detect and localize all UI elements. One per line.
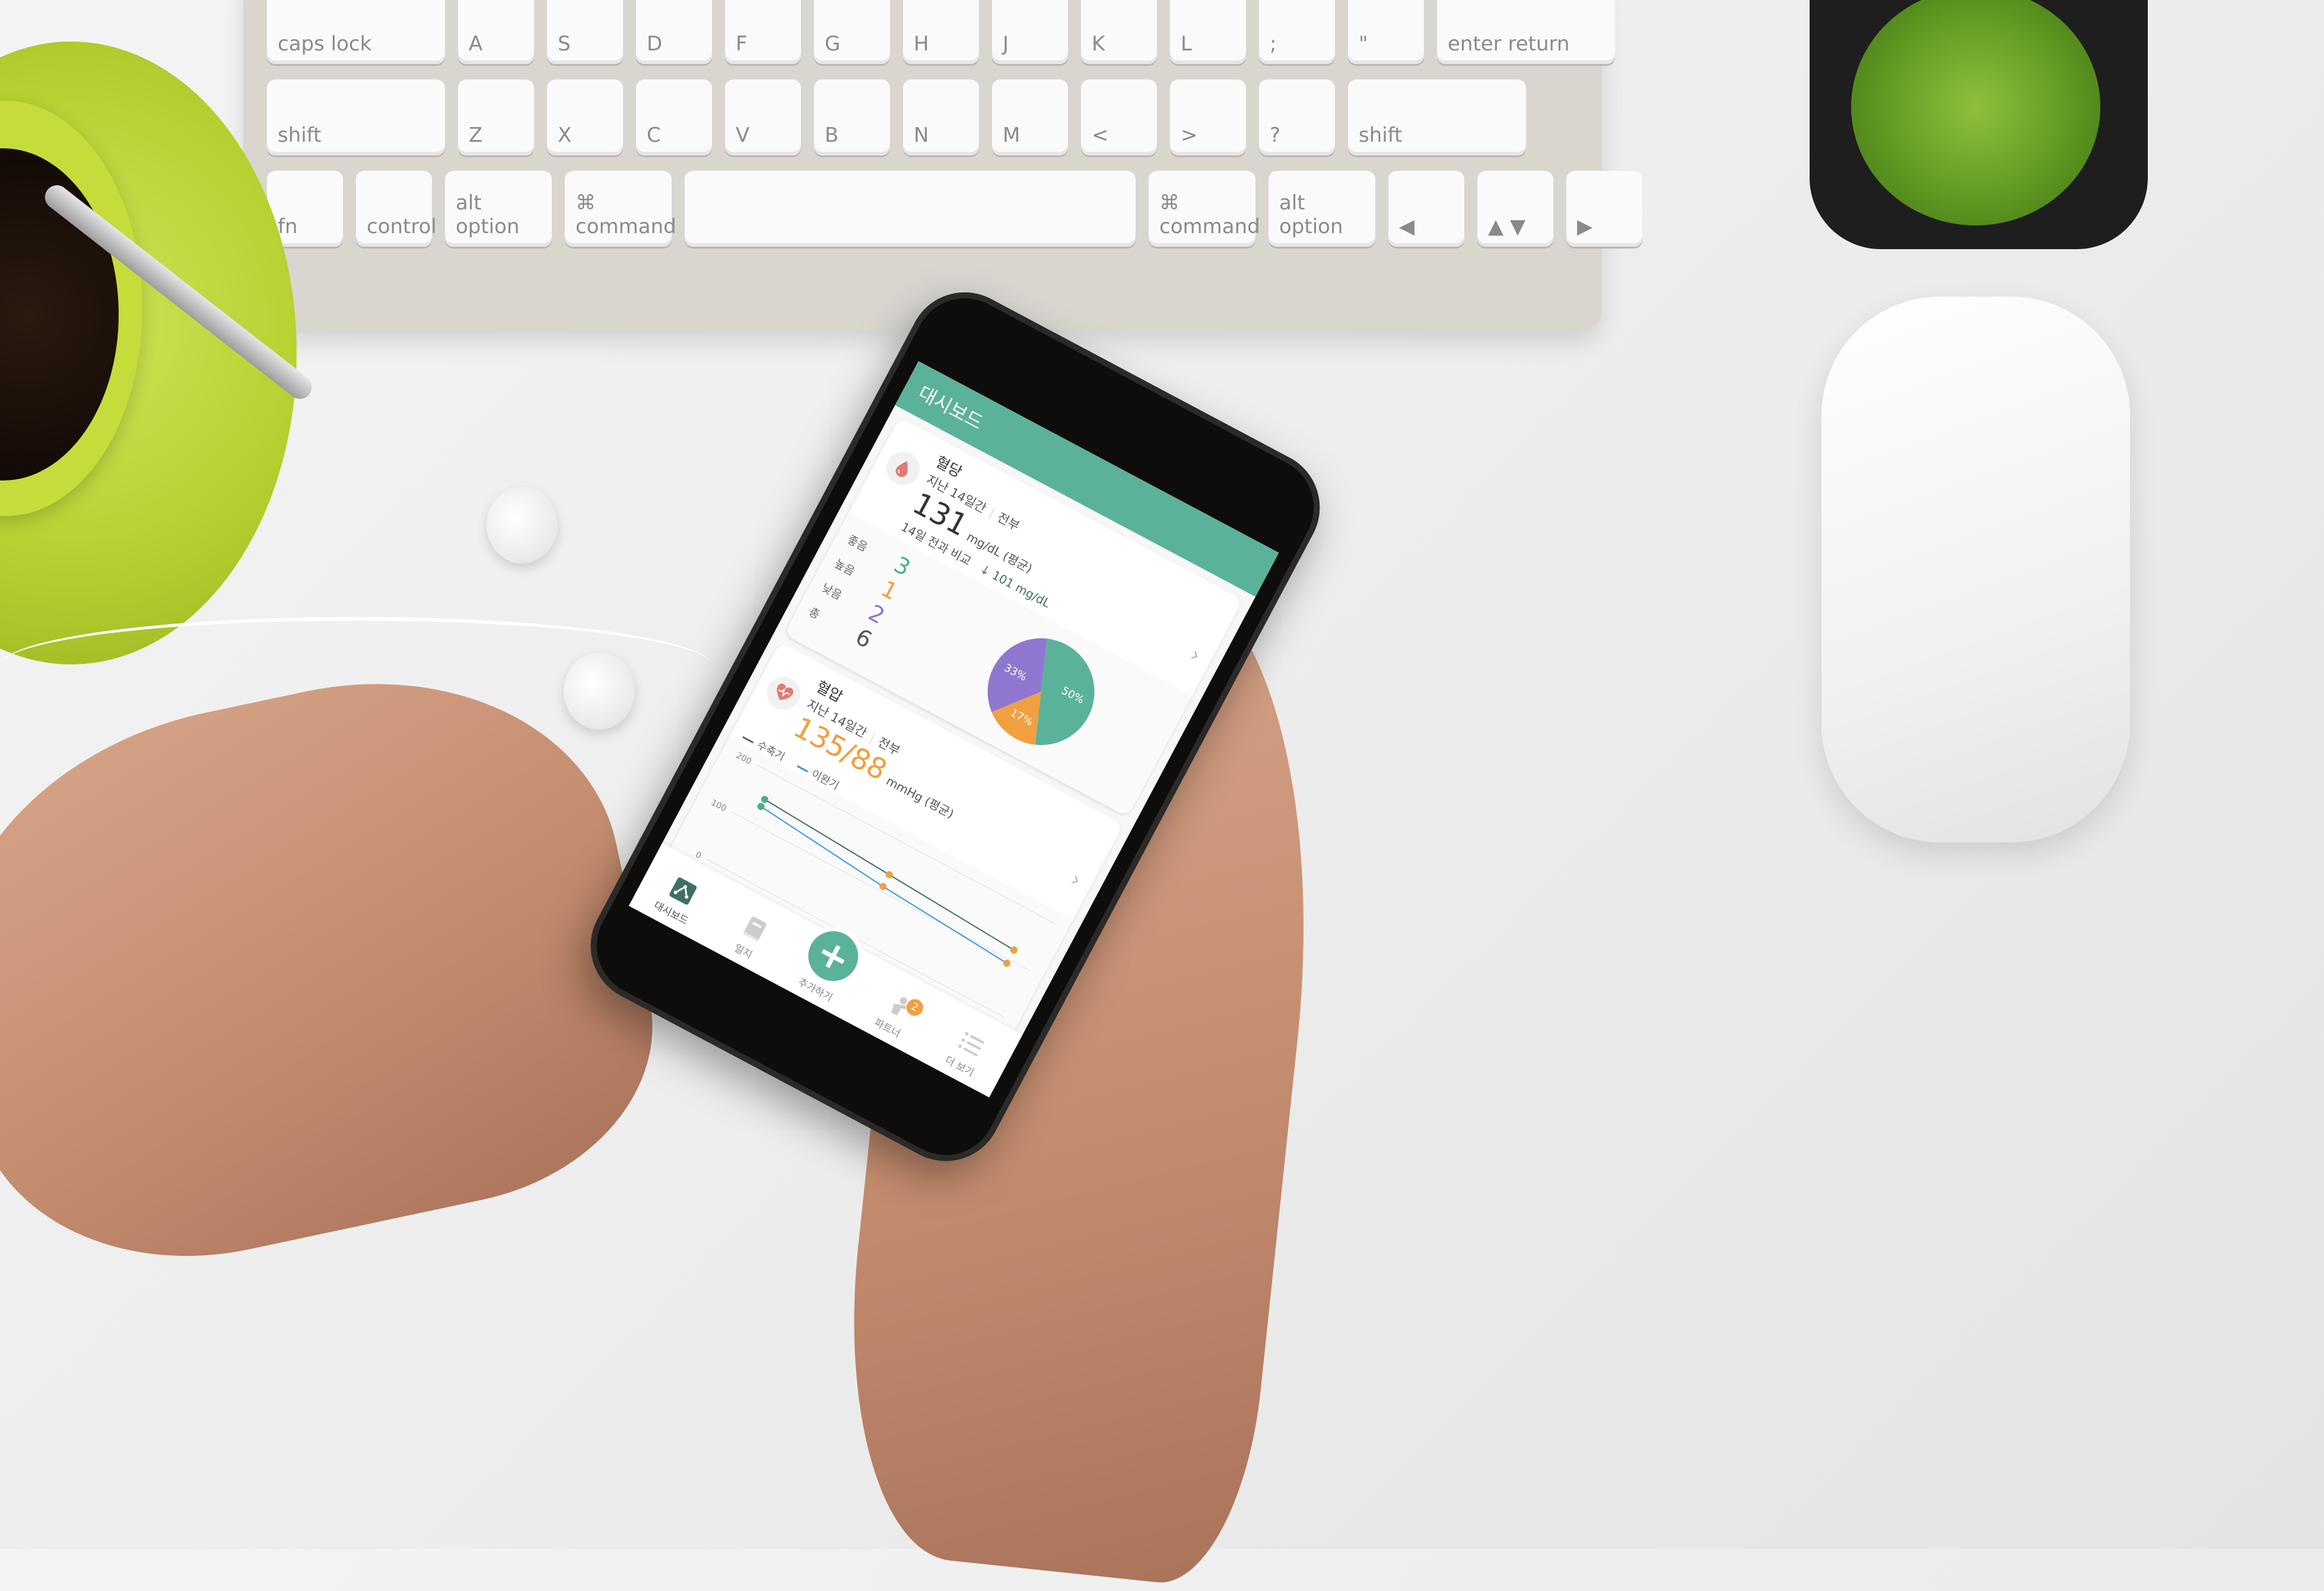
data-point (1010, 946, 1018, 954)
keyboard-key: K (1081, 0, 1157, 64)
keyboard-key: N (903, 79, 979, 155)
keyboard-row: caps lock A S D F G H J K L; " enter return (267, 0, 1615, 64)
nav-journal[interactable]: 일지 (709, 901, 793, 974)
keyboard-key: ; (1259, 0, 1335, 64)
keyboard-key: shift (1348, 79, 1526, 155)
keyboard-key: G (814, 0, 890, 64)
keyboard-key: B (814, 79, 890, 155)
keyboard: caps lock A S D F G H J K L; " enter return shift Z X… (243, 0, 1642, 332)
y-tick-label: 0 (694, 850, 702, 861)
keyboard-key: ◀ (1388, 171, 1464, 247)
keyboard-key: alt option (445, 171, 552, 247)
keyboard-key: ⌘ command (1149, 171, 1260, 247)
keyboard-row: fn control alt option ⌘ command ⌘ command alt… (267, 171, 1642, 247)
nav-more[interactable]: 더 보기 (925, 1016, 1009, 1089)
keyboard-key (685, 171, 1136, 247)
heart-pulse-icon (761, 670, 806, 716)
keyboard-key: ? (1259, 79, 1335, 155)
keyboard-key: " (1348, 0, 1424, 64)
keyboard-key: C (636, 79, 712, 155)
keyboard-key: < (1081, 79, 1157, 155)
keyboard-key: shift (267, 79, 445, 155)
keyboard-key: D (636, 0, 712, 64)
keyboard-key: ⌘ command (565, 171, 676, 247)
keyboard-key: alt option (1268, 171, 1375, 247)
earbud (564, 653, 635, 730)
keyboard-key: X (547, 79, 623, 155)
data-point (885, 871, 893, 879)
keyboard-key: H (903, 0, 979, 64)
nav-label: 일지 (732, 942, 754, 962)
data-point (761, 796, 768, 803)
keyboard-key: Z (458, 79, 534, 155)
legend-swatch (796, 765, 809, 772)
keyboard-key: F (725, 0, 801, 64)
keyboard-key: M (992, 79, 1068, 155)
y-tick-label: 200 (735, 751, 753, 767)
keyboard-key: > (1170, 79, 1246, 155)
keyboard-key: control (356, 171, 437, 247)
keyboard-key: ▲ ▼ (1477, 171, 1553, 247)
keyboard-row: shift Z X C V B N M < >? shift (267, 79, 1578, 155)
nav-dashboard[interactable]: 대시보드 (637, 863, 720, 935)
nav-partner[interactable]: 2 파트너 (853, 978, 937, 1051)
keyboard-key: ▶ (1566, 171, 1642, 247)
divider (988, 507, 995, 520)
keyboard-key: V (725, 79, 801, 155)
earbud (487, 486, 558, 564)
keyboard-key: L (1170, 0, 1246, 64)
arrow-down-icon: ↓ (977, 561, 993, 579)
data-point (879, 883, 887, 890)
data-point (757, 803, 765, 810)
computer-mouse (1821, 297, 2130, 842)
keyboard-key: caps lock (267, 0, 445, 64)
legend-swatch (742, 736, 754, 743)
blood-drop-icon (880, 446, 926, 491)
y-tick-label: 100 (710, 798, 728, 814)
keyboard-key: J (992, 0, 1068, 64)
divider (869, 732, 876, 744)
keyboard-key: enter return (1437, 0, 1615, 64)
keyboard-key: A (458, 0, 534, 64)
keyboard-key: S (547, 0, 623, 64)
